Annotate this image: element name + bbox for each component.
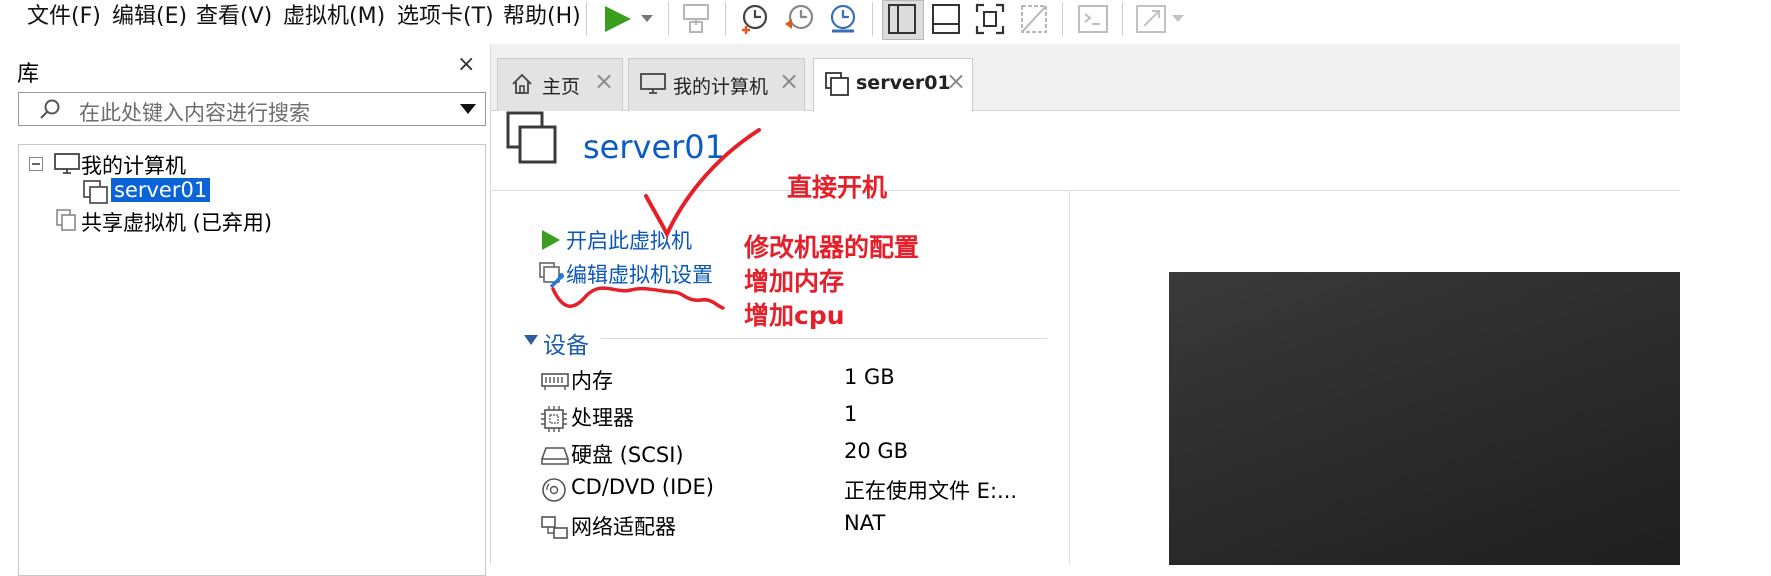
annotation-add-memory: 增加内存 bbox=[744, 267, 845, 296]
revert-snapshot-icon[interactable] bbox=[782, 2, 816, 36]
shared-vm-icon bbox=[56, 209, 76, 231]
hdd-icon bbox=[541, 447, 569, 465]
device-network-value: NAT bbox=[844, 511, 886, 535]
memory-icon bbox=[541, 373, 569, 390]
tab-home-close-icon[interactable]: × bbox=[594, 67, 614, 95]
stretch-guest-icon[interactable] bbox=[1134, 2, 1188, 36]
section-collapse-icon[interactable] bbox=[523, 334, 539, 346]
library-title: 库 bbox=[17, 62, 40, 87]
tab-server01-close-icon[interactable]: × bbox=[946, 67, 966, 95]
tab-bar: 主页 × 我的计算机 × server01 × bbox=[491, 44, 1680, 112]
tree-item-shared-vms[interactable]: 共享虚拟机 (已弃用) bbox=[81, 207, 272, 237]
device-memory-name[interactable]: 内存 bbox=[571, 365, 613, 395]
main-pane: 主页 × 我的计算机 × server01 × server01 开启此虚拟机 … bbox=[491, 44, 1680, 565]
edit-settings-icon bbox=[539, 262, 564, 289]
device-cd-value: 正在使用文件 E:... bbox=[844, 479, 1018, 503]
thumbnail-bar-icon[interactable] bbox=[930, 2, 962, 36]
console-view-icon[interactable] bbox=[1076, 2, 1110, 36]
tree-item-my-computer[interactable]: 我的计算机 bbox=[81, 150, 186, 180]
library-panel: 库 × 在此处键入内容进行搜索 我的计算机 server01 共享虚拟机 (已弃… bbox=[12, 44, 491, 576]
network-icon bbox=[541, 516, 568, 539]
full-screen-icon[interactable] bbox=[974, 2, 1006, 36]
menu-help[interactable]: 帮助(H) bbox=[503, 0, 581, 34]
device-network-name[interactable]: 网络适配器 bbox=[571, 511, 676, 541]
search-placeholder: 在此处键入内容进行搜索 bbox=[79, 101, 310, 125]
library-search-input[interactable]: 在此处键入内容进行搜索 bbox=[18, 92, 486, 126]
power-on-vm-link[interactable]: 开启此虚拟机 bbox=[566, 225, 692, 255]
menu-vm[interactable]: 虚拟机(M) bbox=[283, 0, 385, 34]
send-ctrl-alt-del-icon[interactable] bbox=[680, 2, 714, 36]
tab-server01[interactable]: server01 × bbox=[813, 58, 973, 112]
device-cpu-value: 1 bbox=[844, 402, 858, 426]
tree-item-server01[interactable]: server01 bbox=[111, 178, 211, 202]
device-hdd-name[interactable]: 硬盘 (SCSI) bbox=[571, 439, 684, 469]
tab-home-label: 主页 bbox=[542, 76, 581, 98]
vm-console-preview[interactable] bbox=[1169, 272, 1680, 565]
library-close-button[interactable]: × bbox=[457, 52, 475, 77]
device-hdd-value: 20 GB bbox=[844, 439, 909, 463]
collapse-toggle-icon[interactable] bbox=[29, 157, 43, 171]
menu-bar: 文件(F) 编辑(E) 查看(V) 虚拟机(M) 选项卡(T) 帮助(H) bbox=[0, 0, 1680, 44]
devices-section-header[interactable]: 设备 bbox=[543, 326, 589, 360]
device-cpu-name[interactable]: 处理器 bbox=[571, 402, 634, 432]
snapshot-icon[interactable] bbox=[738, 2, 772, 36]
cd-icon bbox=[542, 478, 566, 502]
annotation-power-on: 直接开机 bbox=[787, 173, 888, 202]
tab-my-computer-label: 我的计算机 bbox=[673, 76, 769, 98]
vm-icon bbox=[83, 180, 108, 204]
library-tree: 我的计算机 server01 共享虚拟机 (已弃用) bbox=[18, 144, 486, 576]
tab-home[interactable]: 主页 × bbox=[497, 58, 623, 111]
home-icon bbox=[512, 73, 532, 94]
menu-tabs[interactable]: 选项卡(T) bbox=[397, 0, 494, 34]
device-memory-value: 1 GB bbox=[844, 365, 895, 389]
cpu-icon bbox=[541, 406, 567, 432]
power-on-toolbar-button[interactable] bbox=[601, 2, 661, 36]
device-cd-name[interactable]: CD/DVD (IDE) bbox=[571, 475, 714, 499]
unity-icon[interactable] bbox=[1018, 2, 1050, 36]
menu-file[interactable]: 文件(F) bbox=[27, 0, 101, 34]
chevron-down-icon[interactable] bbox=[459, 103, 477, 115]
tab-my-computer[interactable]: 我的计算机 × bbox=[628, 58, 805, 111]
menu-view[interactable]: 查看(V) bbox=[196, 0, 272, 34]
vm-large-icon bbox=[506, 111, 557, 164]
menu-edit[interactable]: 编辑(E) bbox=[112, 0, 187, 34]
computer-icon bbox=[640, 73, 666, 94]
tab-my-computer-close-icon[interactable]: × bbox=[779, 67, 799, 95]
search-icon bbox=[40, 99, 60, 119]
vm-icon bbox=[825, 72, 849, 96]
tab-server01-label: server01 bbox=[856, 72, 951, 94]
annotation-modify-config: 修改机器的配置 bbox=[744, 233, 920, 262]
show-library-icon[interactable] bbox=[886, 2, 918, 36]
edit-vm-settings-link[interactable]: 编辑虚拟机设置 bbox=[566, 259, 713, 289]
annotation-add-cpu: 增加cpu bbox=[744, 301, 845, 330]
play-icon bbox=[542, 230, 560, 250]
snapshot-manager-icon[interactable] bbox=[826, 2, 860, 36]
vm-title: server01 bbox=[583, 128, 726, 166]
computer-icon bbox=[54, 153, 80, 174]
